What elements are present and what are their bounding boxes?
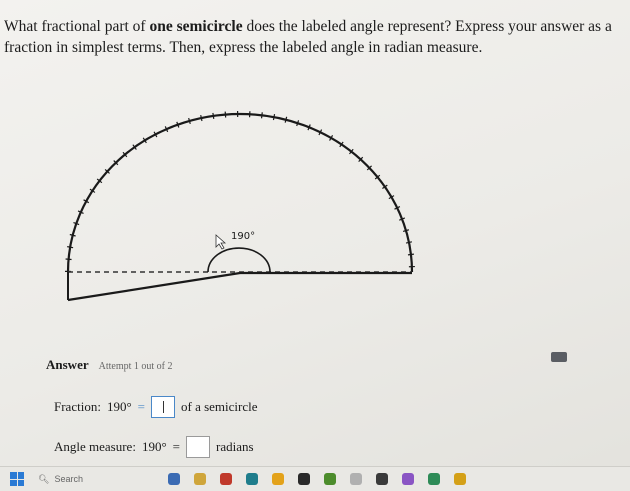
keyboard-help-button[interactable] [551, 352, 567, 362]
app-icon[interactable] [402, 473, 414, 485]
app-icon-3[interactable] [454, 473, 466, 485]
edge-icon[interactable] [246, 473, 258, 485]
angle-prefix: Angle measure: [54, 439, 136, 454]
fraction-answer-line: Fraction: 190° = of a semicircle [54, 396, 258, 418]
angle-label: 190° [231, 231, 255, 242]
taskbar-search[interactable]: 🔍︎ Search [38, 471, 128, 487]
semicircle-diagram: 190° [65, 111, 415, 302]
mouse-cursor-icon [215, 234, 227, 250]
store-icon[interactable] [298, 473, 310, 485]
task-view-icon[interactable] [194, 473, 206, 485]
search-placeholder: Search [54, 474, 83, 484]
ray-lower [67, 271, 241, 302]
fraction-angle: 190° [106, 399, 132, 414]
widgets-icon[interactable] [168, 473, 180, 485]
fraction-input[interactable] [150, 396, 175, 418]
angle-value: 190° [141, 439, 167, 454]
search-icon: 🔍︎ [38, 473, 50, 484]
radian-answer-line: Angle measure: 190° = radians [54, 436, 254, 458]
answer-label: Answer [46, 357, 89, 372]
fraction-suffix: of a semicircle [180, 399, 258, 414]
windows-start-icon[interactable] [10, 472, 24, 486]
attempt-counter: Attempt 1 out of 2 [98, 361, 173, 372]
answer-header: Answer Attempt 1 out of 2 [46, 357, 173, 373]
fraction-prefix: Fraction: [54, 399, 101, 414]
photos-icon[interactable] [350, 473, 362, 485]
mail-icon[interactable] [324, 473, 336, 485]
chrome-icon[interactable] [220, 473, 232, 485]
browser-icon[interactable] [376, 473, 388, 485]
angle-equals: = [172, 439, 180, 454]
radian-input[interactable] [186, 436, 210, 458]
angle-marker [207, 247, 271, 273]
file-explorer-icon[interactable] [272, 473, 284, 485]
taskbar: 🔍︎ Search [0, 466, 630, 491]
taskbar-apps [168, 473, 466, 485]
fraction-equals: = [137, 399, 145, 414]
angle-suffix: radians [216, 439, 254, 454]
app-icon-2[interactable] [428, 473, 440, 485]
